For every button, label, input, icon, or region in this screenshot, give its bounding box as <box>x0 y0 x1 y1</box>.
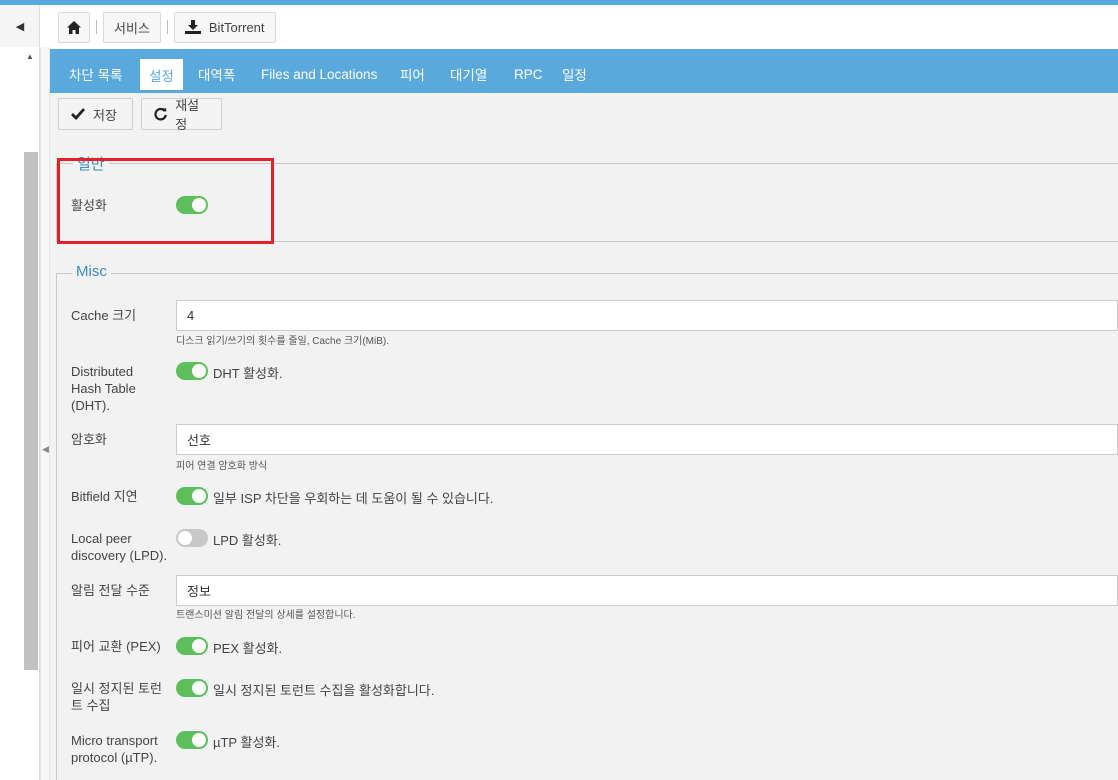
utp-label-line1: Micro transport <box>71 733 158 748</box>
alert-level-value: 정보 <box>187 584 211 599</box>
pex-label: 피어 교환 (PEX) <box>71 639 161 654</box>
encryption-help: 피어 연결 암호화 방식 <box>176 461 268 472</box>
bitfield-delay-label: Bitfield 지연 <box>71 489 138 504</box>
paused-collection-label: 일시 정지된 토런 트 수집 <box>71 680 162 714</box>
misc-fieldset <box>56 273 1118 780</box>
cache-size-label: Cache 크기 <box>71 308 137 323</box>
panel-splitter[interactable] <box>40 47 50 780</box>
checkmark-icon <box>71 108 85 120</box>
splitter-arrow-icon[interactable]: ◀ <box>42 444 49 455</box>
breadcrumb-separator <box>166 20 168 34</box>
utp-toggle[interactable] <box>176 731 208 749</box>
encryption-value: 선호 <box>187 433 211 448</box>
utp-description: µTP 활성화. <box>213 735 280 750</box>
settings-tab-bar: 차단 목록 설정 대역폭 Files and Locations 피어 대기열 … <box>50 49 1118 93</box>
dht-label-line3: (DHT). <box>71 398 110 413</box>
reset-button-label: 재설정 <box>175 98 200 132</box>
refresh-icon <box>154 107 167 121</box>
cache-size-help: 디스크 읽기/쓰기의 횟수를 줄일, Cache 크기(MiB). <box>176 336 390 347</box>
sidebar-scrollbar[interactable] <box>24 152 38 670</box>
encryption-label: 암호화 <box>71 432 107 447</box>
paused-collection-label-line2: 트 수집 <box>71 698 111 713</box>
scroll-up-arrow-icon[interactable]: ▲ <box>26 52 34 61</box>
dht-label-line1: Distributed <box>71 364 134 379</box>
dht-label-line2: Hash Table <box>71 381 136 396</box>
alert-level-help: 트랜스미션 알림 전달의 상세를 설정합니다. <box>176 610 356 621</box>
tab-settings[interactable]: 설정 <box>139 58 184 90</box>
lpd-label: Local peer discovery (LPD). <box>71 530 167 564</box>
lpd-label-line1: Local peer <box>71 531 132 546</box>
tab-schedule[interactable]: 일정 <box>553 58 596 90</box>
paused-collection-description: 일시 정지된 토런트 수집을 활성화합니다. <box>213 683 435 698</box>
dht-description: DHT 활성화. <box>213 366 283 381</box>
breadcrumb-services-label: 서비스 <box>114 20 150 36</box>
tab-blocklist[interactable]: 차단 목록 <box>60 58 131 90</box>
cache-size-input[interactable]: 4 <box>176 300 1118 331</box>
paused-collection-label-line1: 일시 정지된 토런 <box>71 681 162 696</box>
lpd-description: LPD 활성화. <box>213 533 282 548</box>
paused-collection-toggle[interactable] <box>176 679 208 697</box>
highlight-box <box>57 158 274 244</box>
download-icon <box>184 20 201 34</box>
home-button[interactable] <box>58 11 90 43</box>
dht-label: Distributed Hash Table (DHT). <box>71 363 136 414</box>
breadcrumb-services[interactable]: 서비스 <box>103 11 161 43</box>
reset-button[interactable]: 재설정 <box>141 98 222 132</box>
home-icon <box>67 20 81 34</box>
lpd-toggle[interactable] <box>176 529 208 547</box>
alert-level-label: 알림 전달 수준 <box>71 583 150 598</box>
tab-peers[interactable]: 피어 <box>391 58 434 90</box>
top-accent-line <box>0 0 1118 5</box>
lpd-label-line2: discovery (LPD). <box>71 548 168 563</box>
breadcrumb-separator <box>96 20 97 34</box>
save-button[interactable]: 저장 <box>58 98 133 130</box>
tab-queue[interactable]: 대기열 <box>441 58 496 90</box>
breadcrumb-bittorrent-label: BitTorrent <box>208 19 265 35</box>
tab-bandwidth[interactable]: 대역폭 <box>189 58 244 90</box>
dht-toggle[interactable] <box>176 362 208 380</box>
alert-level-select[interactable]: 정보 <box>176 575 1118 606</box>
bitfield-delay-toggle[interactable] <box>176 487 208 505</box>
pex-description: PEX 활성화. <box>213 641 283 656</box>
breadcrumb-bittorrent[interactable]: BitTorrent <box>173 11 276 43</box>
tab-rpc[interactable]: RPC <box>505 58 552 90</box>
utp-label: Micro transport protocol (µTP). <box>71 732 158 766</box>
encryption-select[interactable]: 선호 <box>176 424 1118 455</box>
misc-legend: Misc <box>72 263 111 280</box>
cache-size-value: 4 <box>187 308 195 323</box>
collapse-sidebar-button[interactable]: ◀ <box>0 5 40 47</box>
tab-files-and-locations[interactable]: Files and Locations <box>252 58 386 90</box>
bitfield-delay-description: 일부 ISP 차단을 우회하는 데 도움이 될 수 있습니다. <box>213 491 494 506</box>
save-button-label: 저장 <box>93 107 117 123</box>
utp-label-line2: protocol (µTP). <box>71 750 158 765</box>
pex-toggle[interactable] <box>176 637 208 655</box>
breadcrumb: 서비스 BitTorrent <box>58 11 276 43</box>
